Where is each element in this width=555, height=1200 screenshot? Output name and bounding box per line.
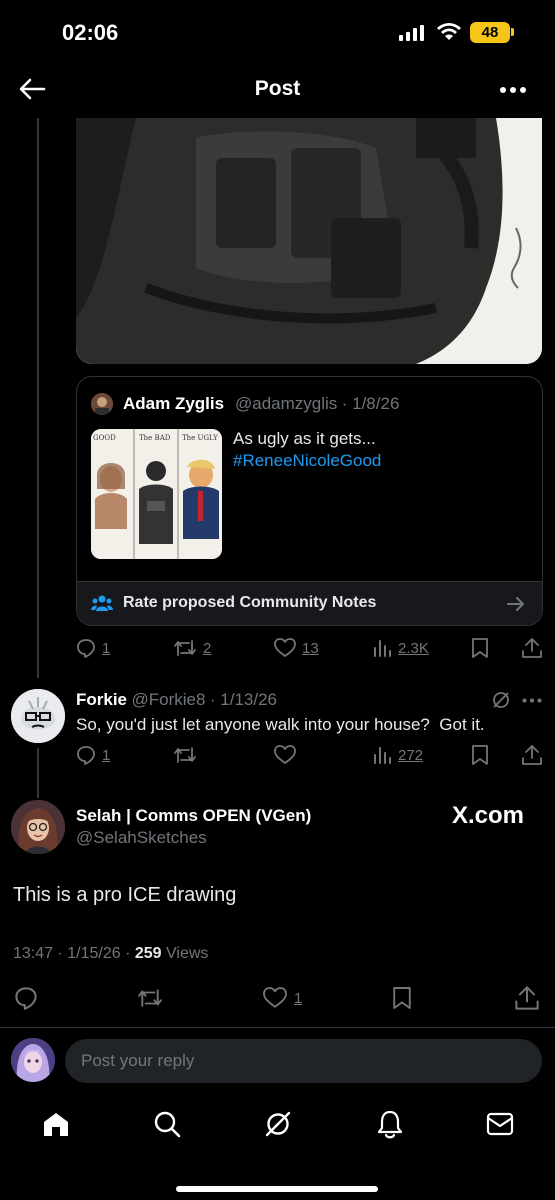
repost-icon[interactable] (136, 987, 164, 1009)
reply-icon[interactable] (14, 986, 38, 1010)
page-title: Post (254, 77, 301, 100)
thumbnail-label: The UGLY (182, 434, 218, 442)
thumbnail-label: GOOD (93, 434, 116, 442)
messages-icon[interactable] (486, 1112, 514, 1136)
divider (0, 1027, 555, 1028)
reply-text: So, you'd just let anyone walk into your… (76, 715, 485, 734)
like-count: 1 (294, 989, 303, 1007)
reply-button[interactable]: 1 (76, 745, 110, 765)
main-post-text: This is a pro ICE drawing (13, 884, 237, 906)
home-icon[interactable] (42, 1111, 70, 1137)
repost-count: 2 (203, 639, 212, 657)
avatar[interactable] (11, 689, 65, 743)
bookmark-icon[interactable] (392, 986, 412, 1010)
post-meta: 13:47 · 1/15/26 · 259 Views (13, 945, 208, 963)
post-time: 13:47 · 1/15/26 · (13, 945, 135, 962)
quoted-thumbnail[interactable]: GOOD The BAD The UGLY (91, 429, 222, 559)
reply-placeholder: Post your reply (81, 1051, 195, 1070)
reply-more-icon[interactable] (522, 698, 542, 703)
like-button[interactable] (274, 745, 296, 765)
more-options-icon[interactable] (499, 86, 527, 94)
repost-button[interactable]: 2 (173, 638, 211, 658)
views-button[interactable]: 2.3K (372, 638, 429, 658)
wifi-icon (436, 22, 462, 42)
quoted-author-name: Adam Zyglis (123, 394, 225, 413)
reply-count: 1 (102, 746, 111, 764)
views-icon (374, 747, 391, 764)
quoted-date: · 1/8/26 (341, 394, 400, 413)
main-author-handle: @SelahSketches (76, 828, 207, 847)
like-count: 13 (302, 639, 319, 657)
share-icon[interactable] (521, 744, 543, 766)
signal-icon (399, 25, 425, 41)
status-time: 02:06 (62, 20, 119, 45)
views-icon (374, 640, 391, 657)
home-indicator[interactable] (176, 1186, 378, 1192)
quoted-text: As ugly as it gets... (233, 429, 376, 448)
repost-button[interactable] (173, 745, 197, 765)
heart-icon (274, 638, 296, 657)
reply-icon (77, 746, 95, 765)
heart-icon (263, 987, 287, 1008)
reply-button[interactable]: 1 (76, 638, 110, 658)
avatar[interactable] (11, 800, 65, 854)
quoted-author-handle: @adamzyglis (235, 394, 338, 413)
like-button[interactable]: 13 (274, 638, 319, 658)
views-button[interactable]: 272 (372, 745, 423, 765)
repost-icon (174, 747, 196, 763)
thumbnail-label: The BAD (139, 434, 171, 442)
views-count: 259 (134, 945, 162, 962)
views-label: Views (166, 945, 209, 962)
reply-author-name: Forkie (76, 690, 128, 709)
arrow-right-icon (506, 596, 526, 612)
bookmark-icon[interactable] (471, 638, 489, 658)
quoted-post[interactable]: Adam Zyglis @adamzyglis · 1/8/26 GOOD Th… (76, 376, 543, 626)
thread-line (37, 748, 39, 798)
community-notes-label: Rate proposed Community Notes (123, 594, 377, 611)
reply-icon (77, 639, 95, 658)
views-count: 2.3K (398, 639, 429, 657)
current-user-avatar[interactable] (11, 1038, 55, 1082)
reply-input[interactable]: Post your reply (65, 1039, 542, 1083)
reply-author-handle: @Forkie8 (131, 690, 206, 709)
heart-icon (274, 745, 296, 764)
notifications-icon[interactable] (376, 1109, 404, 1139)
community-notes-bar[interactable]: Rate proposed Community Notes (77, 581, 542, 625)
reply-count: 1 (102, 639, 111, 657)
search-icon[interactable] (153, 1110, 181, 1138)
repost-icon (174, 640, 196, 656)
views-count: 272 (398, 746, 424, 764)
share-icon[interactable] (514, 985, 540, 1011)
battery-indicator: 48 (470, 22, 510, 43)
grok-icon[interactable] (264, 1110, 292, 1138)
main-author-name: Selah | Comms OPEN (VGen) (76, 806, 312, 825)
like-button[interactable]: 1 (262, 987, 302, 1009)
x-watermark: X.com (452, 802, 525, 829)
people-icon (91, 594, 113, 612)
post-image[interactable] (76, 118, 542, 364)
quoted-hashtag[interactable]: #ReneeNicoleGood (233, 449, 381, 473)
bookmark-icon[interactable] (471, 745, 489, 765)
share-icon[interactable] (521, 637, 543, 659)
avatar[interactable] (91, 393, 113, 415)
thread-line (37, 118, 39, 678)
reply-date: · 1/13/26 (209, 690, 277, 709)
grok-icon[interactable] (491, 690, 511, 710)
battery-tip (511, 28, 514, 36)
